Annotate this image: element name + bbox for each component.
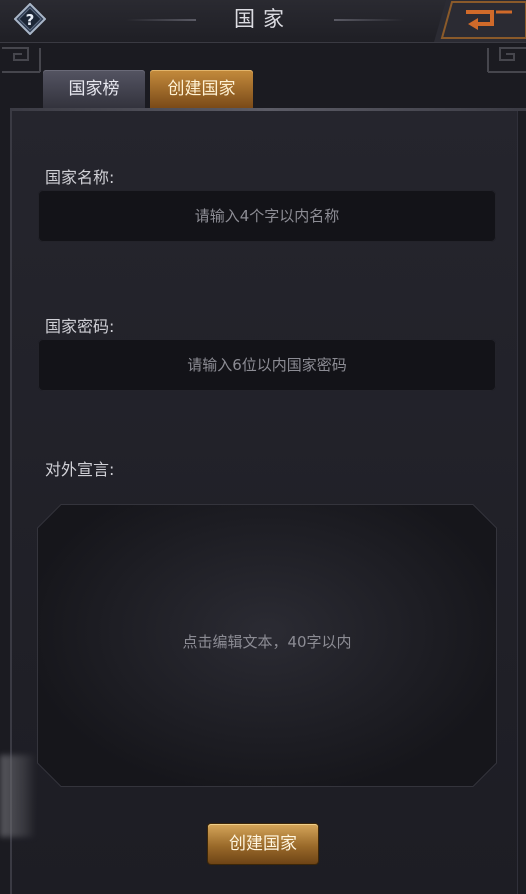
corner-ornament-right <box>487 47 526 73</box>
tab-national-ranking[interactable]: 国家榜 <box>43 70 145 108</box>
create-country-button[interactable]: 创建国家 <box>208 824 318 864</box>
country-name-label: 国家名称: <box>45 168 115 187</box>
country-password-label: 国家密码: <box>45 317 115 336</box>
declaration-label: 对外宣言: <box>45 460 115 479</box>
tab-create-country[interactable]: 创建国家 <box>150 70 253 108</box>
side-handle <box>0 755 36 837</box>
country-name-input[interactable]: 请输入4个字以内名称 <box>38 190 496 242</box>
country-password-input[interactable]: 请输入6位以内国家密码 <box>38 339 496 391</box>
title-divider-right <box>334 19 404 21</box>
top-bar: ? 国家 <box>0 0 526 43</box>
back-arrow-icon <box>434 0 526 42</box>
back-button[interactable] <box>432 0 526 42</box>
declaration-placeholder: 点击编辑文本，40字以内 <box>182 633 352 651</box>
